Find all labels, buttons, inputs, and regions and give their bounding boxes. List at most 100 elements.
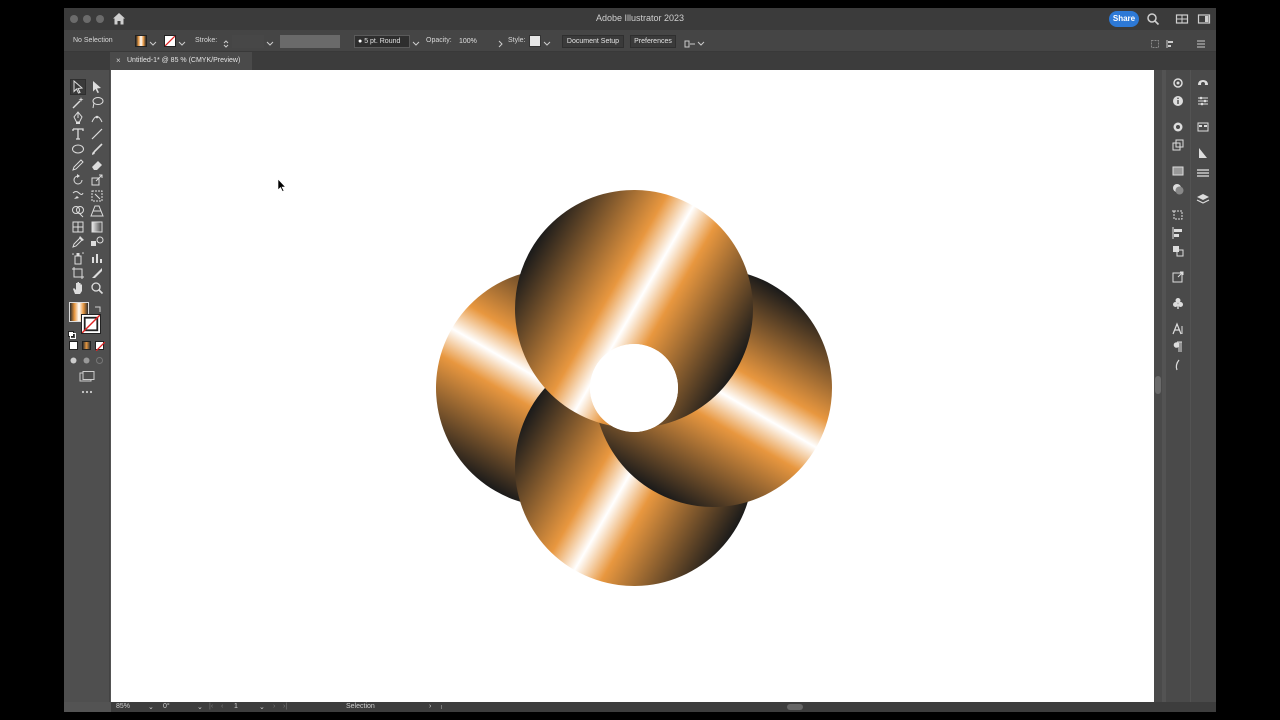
stroke-swatch[interactable]: [164, 35, 176, 47]
character-icon[interactable]: [1171, 322, 1185, 336]
pathfinder-icon[interactable]: [1171, 244, 1185, 258]
stroke-weight-stepper[interactable]: [222, 36, 230, 48]
chevron-down-icon[interactable]: [543, 36, 551, 46]
swap-colors-icon[interactable]: [94, 300, 102, 312]
info-icon[interactable]: [1171, 94, 1185, 108]
none-mode-button[interactable]: [95, 341, 105, 351]
panel-toggle-icon[interactable]: [1196, 11, 1212, 27]
draw-inside-icon[interactable]: [95, 356, 104, 365]
selection-tool-icon[interactable]: [70, 79, 86, 95]
vertical-scrollbar[interactable]: [1154, 70, 1162, 702]
default-colors-icon[interactable]: [68, 326, 76, 339]
document-setup-button[interactable]: Document Setup: [562, 35, 624, 48]
perspective-grid-tool-icon[interactable]: [90, 204, 104, 218]
swatches-icon[interactable]: [1196, 120, 1210, 134]
color-guide-icon[interactable]: [1171, 120, 1185, 134]
align-options-icon[interactable]: [1165, 36, 1177, 48]
chevron-down-icon[interactable]: [697, 36, 705, 46]
chevron-down-icon[interactable]: [412, 36, 420, 46]
workspace-icon[interactable]: [1174, 11, 1190, 27]
hamburger-menu-icon[interactable]: [1196, 166, 1210, 180]
chevron-right-icon[interactable]: [496, 36, 504, 48]
hand-tool-icon[interactable]: [71, 281, 85, 295]
preferences-button[interactable]: Preferences: [630, 35, 676, 48]
opentype-icon[interactable]: [1171, 358, 1185, 372]
color-mode-button[interactable]: [69, 341, 78, 350]
chevron-down-icon[interactable]: [266, 36, 274, 46]
chevron-right-icon[interactable]: ›: [429, 703, 431, 710]
horizontal-scroll-left[interactable]: [441, 705, 453, 709]
last-artboard-icon[interactable]: ›|: [283, 703, 287, 710]
search-icon[interactable]: [1145, 11, 1161, 27]
appearance-icon[interactable]: [1171, 182, 1185, 196]
close-icon[interactable]: ×: [116, 56, 121, 65]
draw-behind-icon[interactable]: [82, 356, 91, 365]
edit-toolbar-icon[interactable]: [80, 389, 94, 395]
opacity-field[interactable]: 100%: [455, 35, 493, 48]
chevron-down-icon[interactable]: [178, 36, 186, 46]
tab-untitled-1[interactable]: × Untitled-1* @ 85 % (CMYK/Preview): [110, 52, 252, 70]
symbols-icon[interactable]: [1171, 296, 1185, 310]
menu-icon[interactable]: [1196, 36, 1206, 48]
curvature-tool-icon[interactable]: [90, 111, 104, 125]
line-segment-tool-icon[interactable]: [90, 127, 104, 141]
paragraph-icon[interactable]: [1171, 340, 1185, 354]
slice-tool-icon[interactable]: [90, 266, 104, 280]
free-transform-tool-icon[interactable]: [90, 189, 104, 203]
gradient-tool-icon[interactable]: [90, 220, 104, 234]
previous-artboard-icon[interactable]: ‹: [221, 703, 223, 710]
horizontal-scrollbar-thumb[interactable]: [787, 704, 803, 710]
lasso-tool-icon[interactable]: [90, 96, 104, 110]
type-tool-icon[interactable]: [71, 127, 85, 141]
gradient-mode-button[interactable]: [82, 341, 91, 350]
fill-swatch[interactable]: [135, 35, 147, 47]
eraser-tool-icon[interactable]: [90, 158, 104, 172]
properties-icon[interactable]: [1171, 76, 1185, 90]
first-artboard-icon[interactable]: |‹: [209, 703, 213, 710]
artboards-panel-icon[interactable]: [1171, 208, 1185, 222]
shape-builder-tool-icon[interactable]: [71, 204, 85, 218]
gradient-panel-icon[interactable]: [1171, 164, 1185, 178]
artboard-canvas[interactable]: [111, 70, 1154, 702]
direct-selection-tool-icon[interactable]: [90, 80, 104, 94]
variable-width-profile[interactable]: [280, 35, 340, 48]
artboard-tool-icon[interactable]: [71, 266, 85, 280]
chevron-down-icon[interactable]: [149, 36, 157, 46]
eyedropper-tool-icon[interactable]: [71, 235, 85, 249]
ellipse-tool-icon[interactable]: [71, 142, 85, 156]
mesh-tool-icon[interactable]: [71, 220, 85, 234]
pencil-tool-icon[interactable]: [71, 158, 85, 172]
layers-icon[interactable]: [1196, 192, 1210, 206]
transform-icon[interactable]: [1150, 36, 1160, 48]
transform-panel-icon[interactable]: [1171, 138, 1185, 152]
magic-wand-tool-icon[interactable]: [71, 96, 85, 110]
column-graph-tool-icon[interactable]: [90, 251, 104, 265]
arrange-documents-icon[interactable]: [684, 36, 696, 48]
symbol-sprayer-tool-icon[interactable]: [71, 251, 85, 265]
brush-definition[interactable]: ● 5 pt. Round: [354, 35, 410, 48]
export-icon[interactable]: [1171, 270, 1185, 284]
properties-sliders-icon[interactable]: [1196, 94, 1210, 108]
graphic-style-swatch[interactable]: [529, 35, 541, 47]
stroke-panel-icon[interactable]: [1196, 146, 1210, 160]
gradient-flower-artwork[interactable]: [424, 178, 844, 598]
scrollbar-thumb[interactable]: [1155, 376, 1161, 394]
stroke-color-box[interactable]: [81, 314, 101, 334]
blend-tool-icon[interactable]: [90, 235, 104, 249]
chevron-down-icon[interactable]: ⌄: [197, 703, 203, 711]
zoom-level[interactable]: 85%: [116, 703, 130, 710]
warp-tool-icon[interactable]: [71, 189, 85, 203]
pen-tool-icon[interactable]: [71, 111, 85, 125]
chevron-down-icon[interactable]: ⌄: [259, 703, 265, 711]
rotation-value[interactable]: 0°: [163, 703, 170, 710]
rotate-tool-icon[interactable]: [71, 173, 85, 187]
zoom-tool-icon[interactable]: [90, 281, 104, 295]
share-button[interactable]: Share: [1109, 11, 1139, 27]
scale-tool-icon[interactable]: [90, 173, 104, 187]
next-artboard-icon[interactable]: ›: [273, 703, 275, 710]
paintbrush-tool-icon[interactable]: [90, 142, 104, 156]
align-panel-icon[interactable]: [1171, 226, 1185, 240]
screen-mode-icon[interactable]: [79, 371, 95, 383]
chevron-down-icon[interactable]: ⌄: [148, 703, 154, 711]
draw-normal-icon[interactable]: [69, 356, 78, 365]
